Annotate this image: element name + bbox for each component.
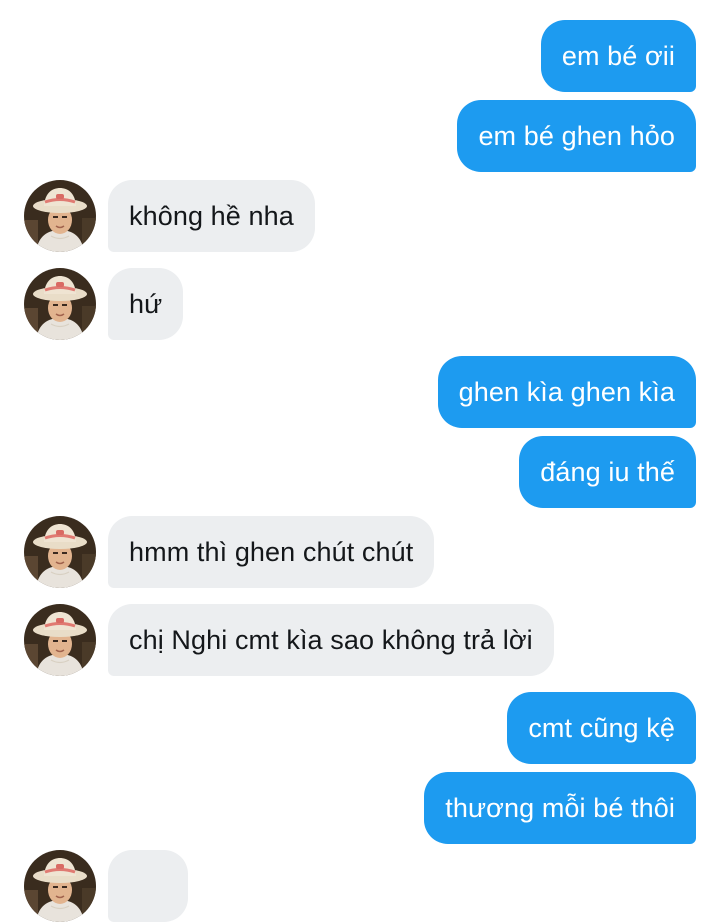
message-bubble-outgoing[interactable]: cmt cũng kệ bbox=[507, 692, 696, 764]
avatar-photo-icon[interactable] bbox=[24, 850, 96, 922]
avatar-photo-icon[interactable] bbox=[24, 268, 96, 340]
avatar-photo-icon[interactable] bbox=[24, 516, 96, 588]
avatar-photo-icon[interactable] bbox=[24, 604, 96, 676]
message-text: ghen kìa ghen kìa bbox=[458, 377, 675, 407]
message-bubble-incoming[interactable] bbox=[108, 850, 188, 922]
message-thread: em bé ơii em bé ghen hỏo không hề nha hứ… bbox=[0, 0, 720, 922]
message-text: em bé ơii bbox=[561, 41, 675, 71]
message-bubble-outgoing[interactable]: ghen kìa ghen kìa bbox=[437, 356, 696, 428]
message-text: chị Nghi cmt kìa sao không trả lời bbox=[129, 625, 533, 655]
message-bubble-outgoing[interactable]: đáng iu thế bbox=[519, 436, 696, 508]
message-bubble-incoming[interactable]: hmm thì ghen chút chút bbox=[108, 516, 435, 588]
message-bubble-outgoing[interactable]: em bé ghen hỏo bbox=[457, 100, 696, 172]
message-bubble-incoming[interactable]: không hề nha bbox=[108, 180, 315, 252]
message-bubble-incoming[interactable]: hứ bbox=[108, 268, 184, 340]
message-text: em bé ghen hỏo bbox=[478, 121, 675, 151]
message-bubble-outgoing[interactable]: em bé ơii bbox=[540, 20, 696, 92]
avatar-photo-icon[interactable] bbox=[24, 180, 96, 252]
message-text: đáng iu thế bbox=[540, 457, 675, 487]
message-text: không hề nha bbox=[129, 201, 294, 231]
message-text: thương mỗi bé thôi bbox=[445, 793, 675, 823]
message-bubble-outgoing[interactable]: thương mỗi bé thôi bbox=[424, 772, 696, 844]
message-text: hmm thì ghen chút chút bbox=[129, 537, 414, 567]
message-bubble-incoming[interactable]: chị Nghi cmt kìa sao không trả lời bbox=[108, 604, 554, 676]
message-text: cmt cũng kệ bbox=[528, 713, 675, 743]
message-text: hứ bbox=[129, 289, 163, 319]
